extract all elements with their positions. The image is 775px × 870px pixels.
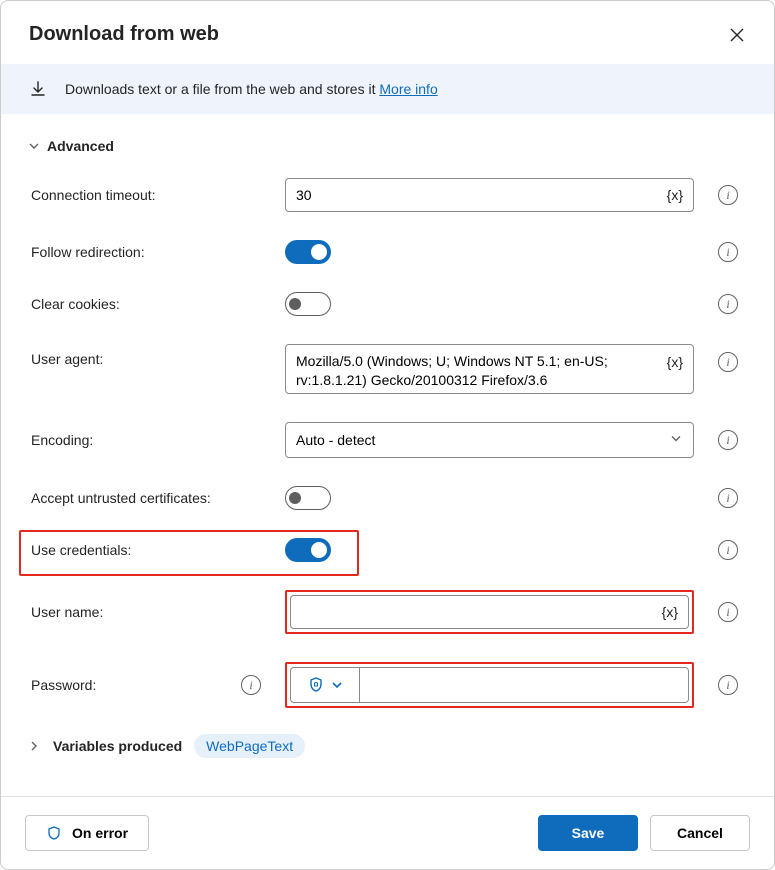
- row-clear-cookies: Clear cookies: i: [19, 278, 756, 330]
- clear-cookies-toggle[interactable]: [285, 292, 331, 316]
- accept-untrusted-toggle[interactable]: [285, 486, 331, 510]
- download-icon: [29, 80, 47, 98]
- password-combo: [290, 667, 689, 703]
- info-icon[interactable]: i: [718, 675, 738, 695]
- encoding-select[interactable]: Auto - detect: [285, 422, 694, 458]
- close-icon: [729, 27, 745, 43]
- password-label: Password: i: [27, 675, 271, 695]
- password-source-picker[interactable]: [290, 667, 360, 703]
- highlight-box: {x}: [285, 590, 694, 634]
- variable-token-icon[interactable]: {x}: [667, 353, 683, 372]
- variable-pill[interactable]: WebPageText: [194, 734, 305, 758]
- clear-cookies-label: Clear cookies:: [27, 296, 271, 312]
- follow-redirection-label: Follow redirection:: [27, 244, 271, 260]
- info-icon[interactable]: i: [718, 540, 738, 560]
- toggle-knob: [311, 244, 327, 260]
- close-button[interactable]: [728, 26, 746, 44]
- on-error-button[interactable]: On error: [25, 815, 149, 851]
- dialog-title: Download from web: [29, 23, 219, 46]
- on-error-label: On error: [72, 825, 128, 841]
- encoding-label: Encoding:: [27, 432, 271, 448]
- user-name-input[interactable]: {x}: [290, 595, 689, 629]
- info-icon[interactable]: i: [718, 185, 738, 205]
- user-agent-input[interactable]: Mozilla/5.0 (Windows; U; Windows NT 5.1;…: [285, 344, 694, 394]
- info-icon[interactable]: i: [718, 602, 738, 622]
- chevron-down-icon: [331, 679, 343, 691]
- variable-token-icon[interactable]: {x}: [667, 187, 683, 203]
- dialog-body: Advanced Connection timeout: 30 {x} i Fo…: [1, 114, 774, 796]
- connection-timeout-input[interactable]: 30 {x}: [285, 178, 694, 212]
- accept-untrusted-label: Accept untrusted certificates:: [27, 490, 271, 506]
- toggle-knob: [311, 542, 327, 558]
- variables-section-toggle[interactable]: Variables produced WebPageText: [19, 722, 756, 766]
- row-use-credentials: Use credentials: i: [19, 524, 756, 576]
- shield-icon: [46, 825, 62, 841]
- info-icon[interactable]: i: [241, 675, 261, 695]
- variable-token-icon[interactable]: {x}: [662, 604, 678, 620]
- password-label-text: Password:: [31, 677, 96, 693]
- info-bar-text: Downloads text or a file from the web an…: [65, 81, 438, 97]
- dialog-footer: On error Save Cancel: [1, 796, 774, 869]
- highlight-box: [285, 662, 694, 708]
- row-follow-redirection: Follow redirection: i: [19, 226, 756, 278]
- advanced-section-toggle[interactable]: Advanced: [19, 126, 756, 164]
- row-accept-untrusted: Accept untrusted certificates: i: [19, 472, 756, 524]
- info-bar: Downloads text or a file from the web an…: [1, 64, 774, 114]
- info-icon[interactable]: i: [718, 352, 738, 372]
- user-agent-value: Mozilla/5.0 (Windows; U; Windows NT 5.1;…: [296, 353, 608, 388]
- row-password: Password: i i: [19, 648, 756, 722]
- variables-label: Variables produced: [53, 738, 182, 754]
- info-icon[interactable]: i: [718, 430, 738, 450]
- user-name-label: User name:: [27, 604, 271, 620]
- save-button[interactable]: Save: [538, 815, 638, 851]
- row-encoding: Encoding: Auto - detect i: [19, 408, 756, 472]
- chevron-right-icon: [27, 739, 41, 753]
- password-input[interactable]: [360, 667, 689, 703]
- info-icon[interactable]: i: [718, 294, 738, 314]
- user-agent-label: User agent:: [27, 344, 271, 367]
- cancel-button[interactable]: Cancel: [650, 815, 750, 851]
- follow-redirection-toggle[interactable]: [285, 240, 331, 264]
- use-credentials-toggle[interactable]: [285, 538, 331, 562]
- row-user-agent: User agent: Mozilla/5.0 (Windows; U; Win…: [19, 330, 756, 408]
- toggle-knob: [289, 492, 301, 504]
- chevron-down-icon: [669, 432, 683, 449]
- row-connection-timeout: Connection timeout: 30 {x} i: [19, 164, 756, 226]
- info-bar-message: Downloads text or a file from the web an…: [65, 81, 379, 97]
- more-info-link[interactable]: More info: [379, 81, 437, 97]
- shield-icon: [307, 676, 325, 694]
- advanced-label: Advanced: [47, 138, 114, 154]
- dialog-header: Download from web: [1, 1, 774, 64]
- connection-timeout-label: Connection timeout:: [27, 187, 271, 203]
- row-user-name: User name: {x} i: [19, 576, 756, 648]
- connection-timeout-value: 30: [296, 187, 312, 203]
- encoding-value: Auto - detect: [296, 432, 375, 448]
- footer-actions: Save Cancel: [538, 815, 750, 851]
- info-icon[interactable]: i: [718, 488, 738, 508]
- toggle-knob: [289, 298, 301, 310]
- chevron-down-icon: [27, 139, 41, 153]
- info-icon[interactable]: i: [718, 242, 738, 262]
